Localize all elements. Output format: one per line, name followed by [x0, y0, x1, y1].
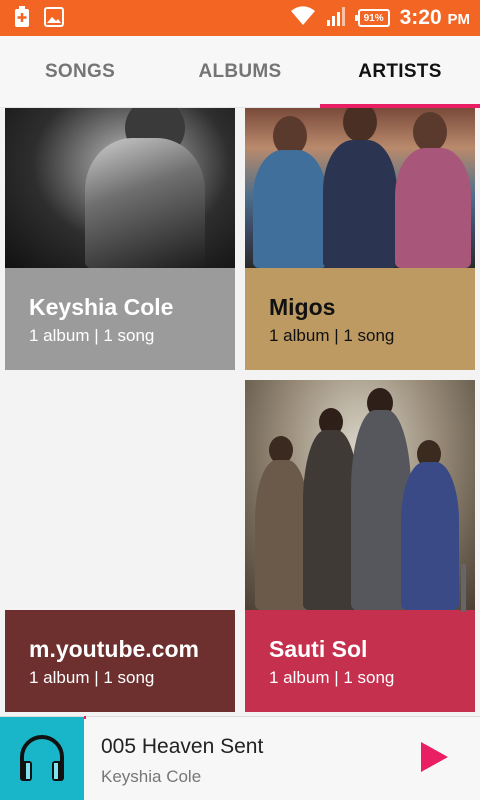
now-playing-artist: Keyshia Cole — [101, 767, 202, 786]
image-icon — [44, 7, 64, 32]
signal-icon — [326, 5, 348, 32]
artist-info: m.youtube.com 1 album | 1 song — [5, 610, 235, 712]
now-playing-art — [0, 717, 84, 800]
playback-progress — [84, 716, 86, 719]
artist-info: Keyshia Cole 1 album | 1 song — [5, 268, 235, 370]
artist-meta: 1 album | 1 song — [269, 326, 395, 345]
scrollbar-thumb[interactable] — [461, 564, 466, 612]
artist-info: Sauti Sol 1 album | 1 song — [245, 610, 475, 712]
artist-name: Sauti Sol — [269, 636, 368, 662]
tab-albums[interactable]: ALBUMS — [160, 36, 320, 107]
artist-info: Migos 1 album | 1 song — [245, 268, 475, 370]
clock-suffix: PM — [447, 11, 471, 28]
play-button[interactable] — [416, 741, 452, 777]
clock: 3:20 PM — [400, 6, 470, 30]
artist-image — [5, 108, 235, 268]
tab-songs[interactable]: SONGS — [0, 36, 160, 107]
artist-meta: 1 album | 1 song — [29, 326, 155, 345]
artist-card-sauti-sol[interactable]: Sauti Sol 1 album | 1 song — [245, 380, 475, 712]
status-bar: 91% 3:20 PM — [0, 0, 480, 36]
artist-name: Keyshia Cole — [29, 294, 174, 320]
artist-image — [245, 380, 475, 610]
artist-meta: 1 album | 1 song — [29, 668, 155, 687]
headphones-icon — [14, 729, 70, 790]
artist-name: m.youtube.com — [29, 636, 199, 662]
battery-icon: 91% — [354, 9, 390, 27]
battery-plus-icon — [14, 6, 30, 33]
artist-grid: Keyshia Cole 1 album | 1 song Migos 1 al… — [0, 108, 480, 714]
wifi-icon — [290, 5, 316, 31]
artist-card-m-youtube-com[interactable]: m.youtube.com 1 album | 1 song — [5, 610, 235, 712]
play-icon — [419, 741, 449, 778]
tab-artists[interactable]: ARTISTS — [320, 36, 480, 108]
artist-image — [245, 108, 475, 268]
artist-card-keyshia-cole[interactable]: Keyshia Cole 1 album | 1 song — [5, 108, 235, 370]
artist-name: Migos — [269, 294, 336, 320]
now-playing-title: 005 Heaven Sent — [101, 735, 264, 758]
clock-time: 3:20 — [399, 6, 442, 29]
artist-meta: 1 album | 1 song — [269, 668, 395, 687]
now-playing-bar[interactable]: 005 Heaven Sent Keyshia Cole — [0, 716, 480, 800]
tab-bar: SONGS ALBUMS ARTISTS — [0, 36, 480, 108]
artist-card-migos[interactable]: Migos 1 album | 1 song — [245, 108, 475, 370]
